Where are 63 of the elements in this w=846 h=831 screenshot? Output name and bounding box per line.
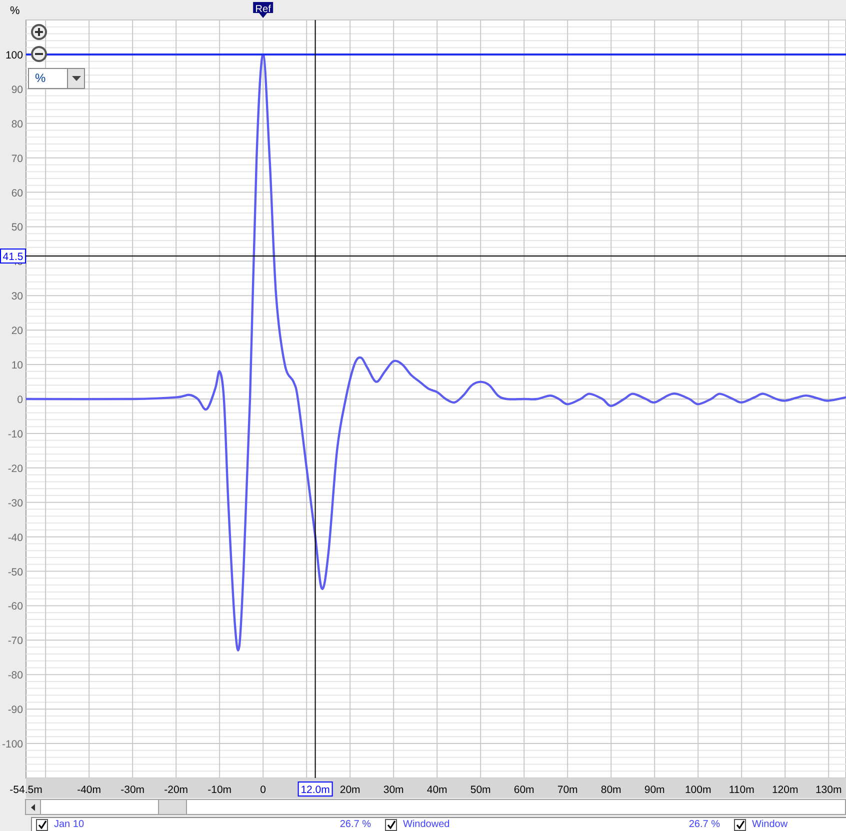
y-tick-label: 80 [11,118,23,130]
x-tick-label: 110m [728,784,754,796]
horizontal-scrollbar[interactable] [25,799,846,815]
check-icon [386,820,396,829]
y-axis-unit: % [10,5,20,17]
annotation: Ref [255,4,272,15]
x-tick-label: 90m [644,784,665,796]
x-tick-label: 30m [383,784,404,796]
legend-label: Windowed [403,818,450,830]
x-tick-label: 70m [557,784,578,796]
legend-checkbox[interactable] [36,818,48,830]
legend-value: 26.7 % [688,818,721,830]
x-tick-label: 0 [260,784,266,796]
scroll-left-button[interactable] [26,800,41,814]
legend-value: 26.7 % [340,818,372,830]
cursor-x-readout: 12.0m [298,782,333,796]
ref-marker[interactable]: Ref [253,2,274,18]
x-tick-label: -10m [208,784,232,796]
ref-line-label: 12.0m [300,784,330,796]
y-tick-label: -90 [8,704,23,716]
x-tick-label: 20m [340,784,360,796]
y-tick-label: -70 [8,635,23,648]
x-tick-label: -20m [164,784,188,796]
x-tick-label: 40m [426,784,448,796]
y-tick-label: -20 [8,462,23,475]
x-tick-label: 60m [514,784,534,796]
x-tick-label: -30m [120,784,145,796]
legend-label: Jan 10 [54,818,84,830]
legend-checkbox[interactable] [385,818,397,830]
x-tick-label: 80m [600,784,622,796]
units-dropdown[interactable]: % [28,68,85,89]
y-tick-label: -60 [8,600,23,613]
y-tick-label: -10 [8,428,23,440]
y-tick-label: 10 [11,360,23,372]
check-icon [38,820,46,829]
y-tick-label: -100 [2,738,23,751]
y-tick-label: -40 [8,532,23,544]
legend-checkbox[interactable] [734,818,746,830]
y-tick-label: 60 [11,187,23,200]
check-icon [736,820,744,829]
legend-label: Window [752,818,788,830]
cursor-y-readout: 41.5 [0,248,26,264]
x-tick-label: -54.5m [10,784,42,796]
x-tick-label: 130m [815,784,842,796]
x-tick-label: 100m [684,784,712,796]
y-tick-label: 50 [11,222,23,234]
y-tick-label: -50 [8,566,23,578]
x-tick-label: 50m [470,784,491,796]
minus-icon [35,50,43,58]
y-tick-label: -80 [8,670,23,682]
y-tick-label: 20 [11,325,23,338]
x-tick-label: 120m [772,784,798,796]
y-tick-label: 100 [5,49,23,62]
y-tick-label: 90 [11,84,23,96]
plus-icon [35,28,43,36]
y-tick-label: 70 [11,152,23,165]
y-tick-label: 0 [17,394,23,406]
y-tick-label: 30 [11,290,23,303]
left-arrow-icon [31,804,35,810]
y-tick-label: -30 [8,497,23,510]
scrollbar-thumb[interactable] [158,800,187,814]
x-tick-label: -40m [77,784,102,796]
units-dropdown-value: % [34,70,47,87]
